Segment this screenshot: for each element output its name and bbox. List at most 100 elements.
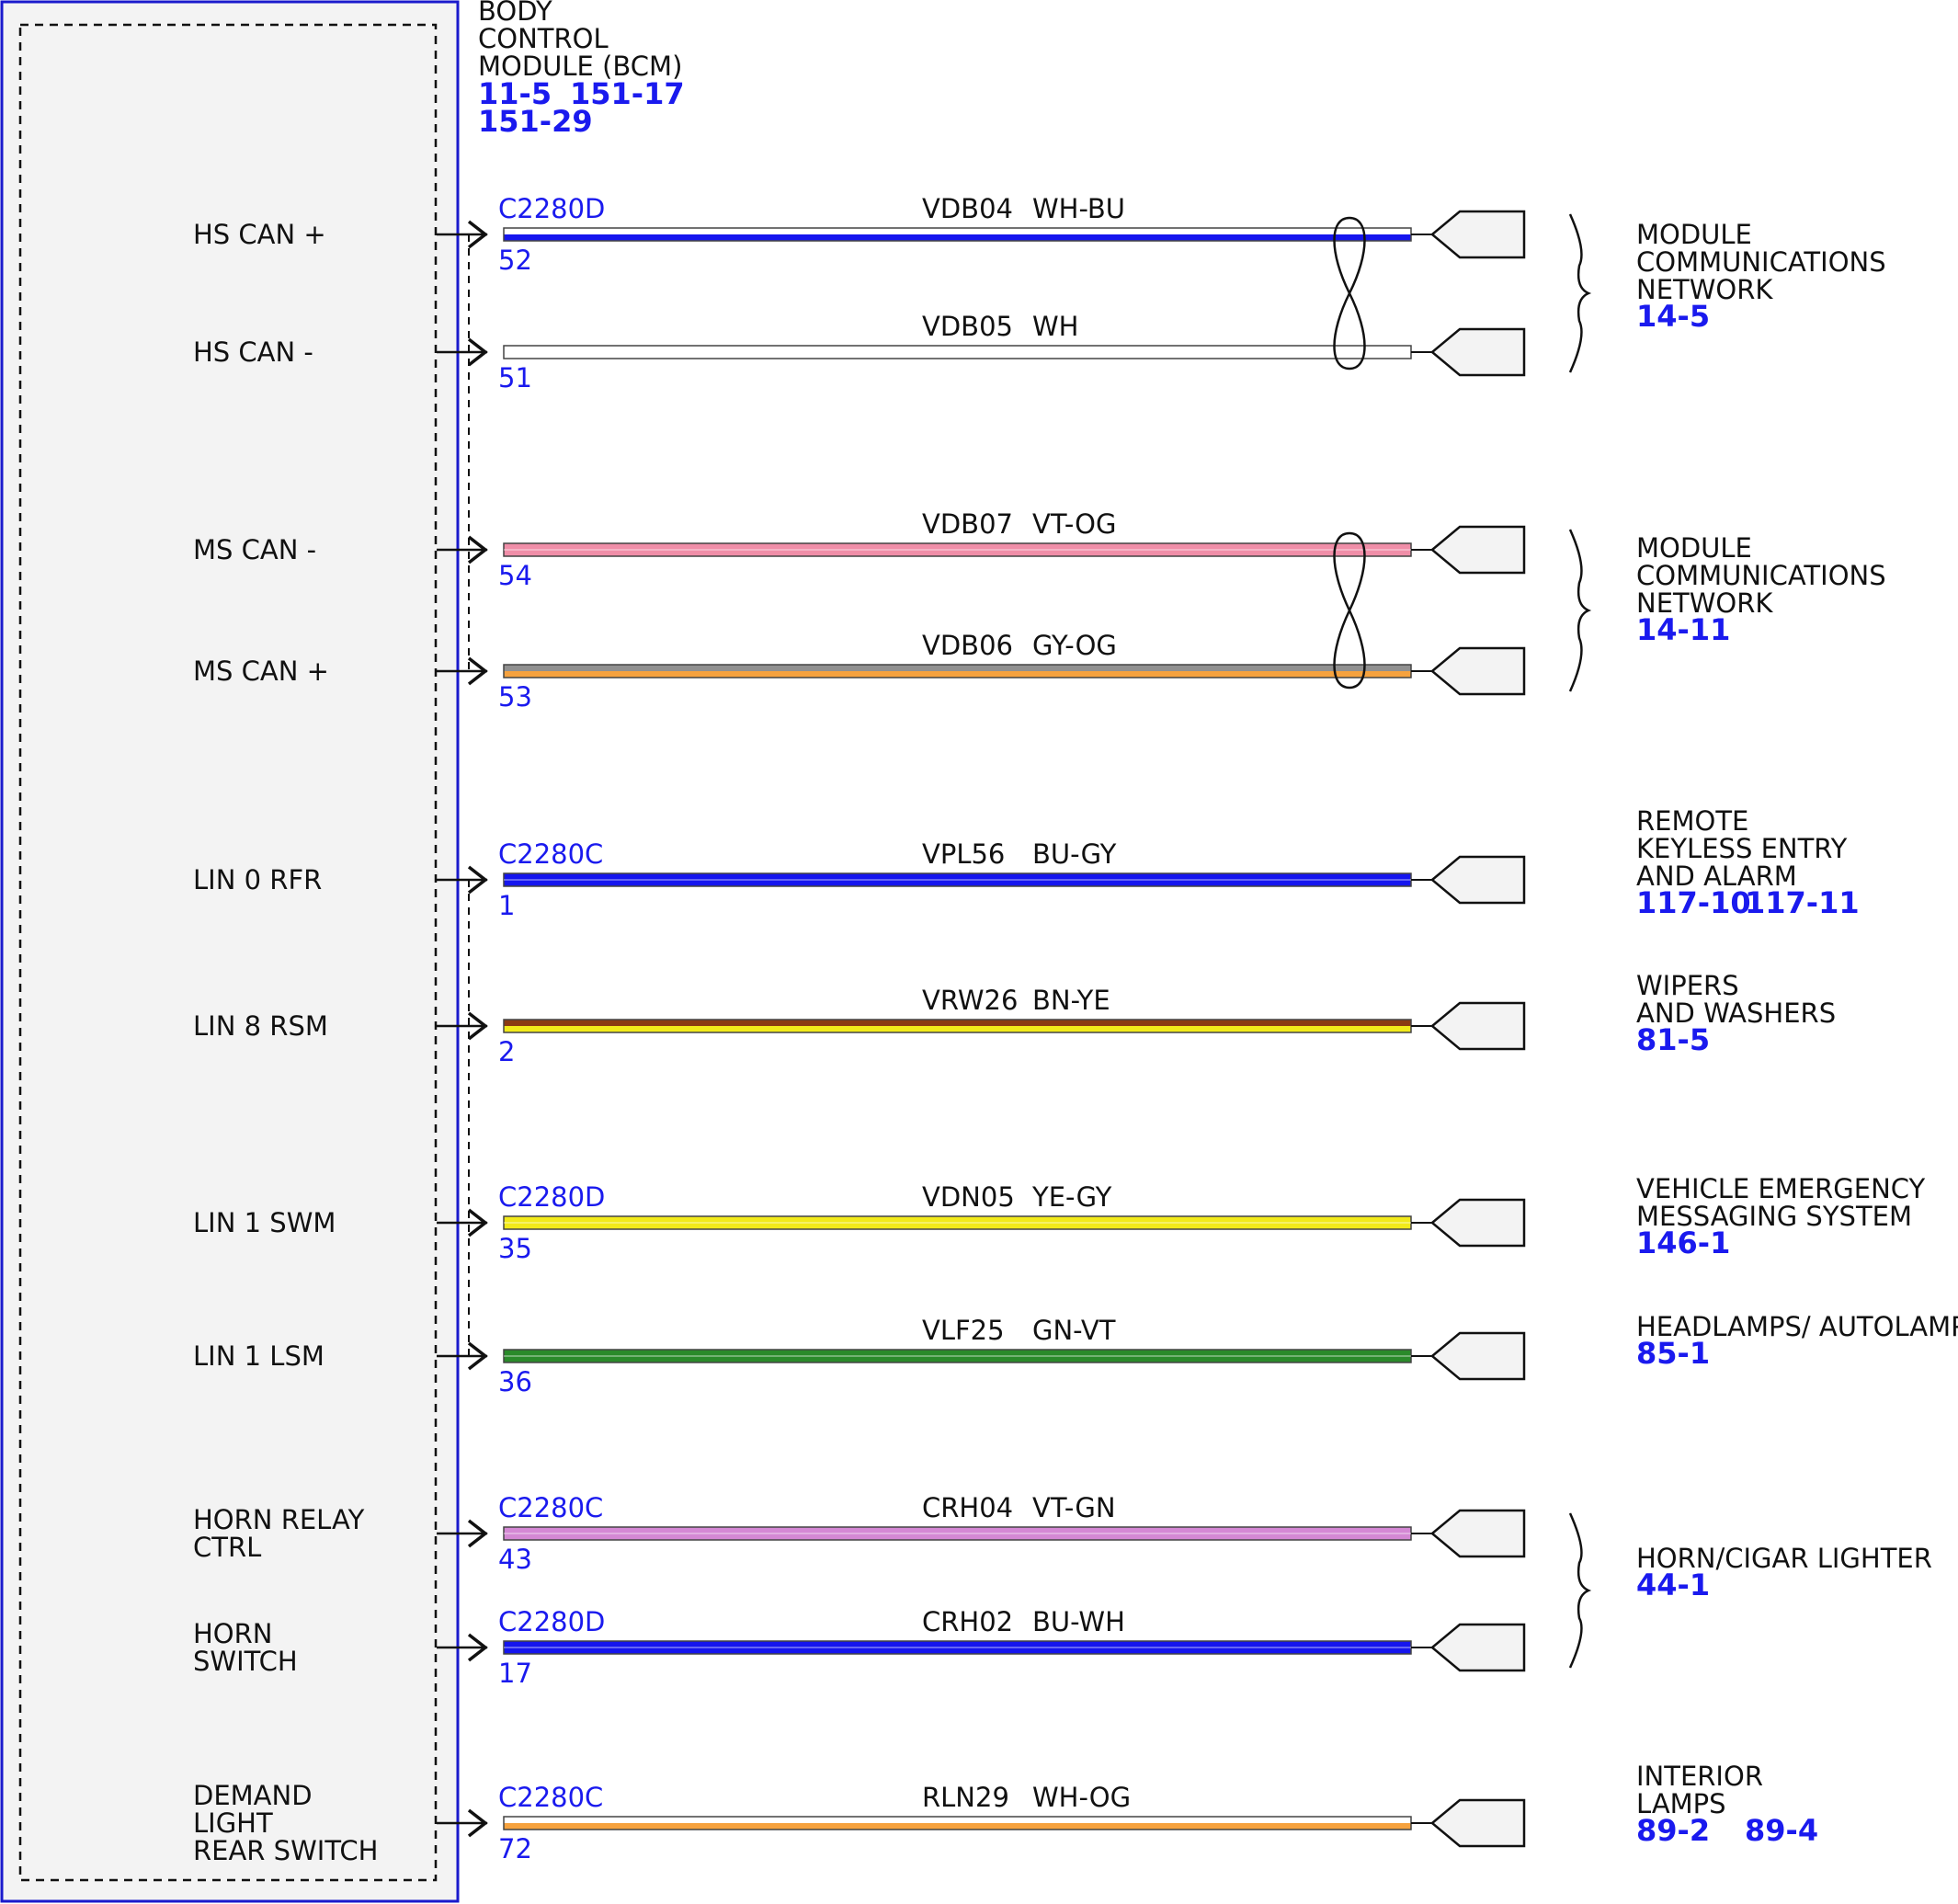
wire-stripe-2[interactable] xyxy=(504,1823,1411,1830)
wire-color-code: VT-OG xyxy=(1032,508,1116,540)
pin-label: SWITCH xyxy=(193,1646,298,1677)
circuit-id: CRH02 xyxy=(922,1606,1013,1637)
pin-label: CTRL xyxy=(193,1532,261,1563)
destination-label: COMMUNICATIONS xyxy=(1636,560,1886,591)
connector-label: C2280C xyxy=(498,838,603,870)
destination-8: INTERIORLAMPS89-2 89-4 xyxy=(1636,1761,1818,1848)
destination-6: HEADLAMPS/ AUTOLAMPS85-1 xyxy=(1636,1311,1958,1371)
wire-stripe-2[interactable] xyxy=(504,1026,1411,1032)
destination-ref-link[interactable]: 89-4 xyxy=(1745,1813,1818,1848)
connector-label: C2280D xyxy=(498,1181,605,1213)
wire-stripe-1[interactable] xyxy=(504,1817,1411,1823)
wire-terminal-icon[interactable] xyxy=(1430,1331,1526,1381)
wire-terminal-icon[interactable] xyxy=(1430,1198,1526,1248)
destination-5: VEHICLE EMERGENCYMESSAGING SYSTEM146-1 xyxy=(1636,1173,1926,1260)
brace-icon xyxy=(1568,213,1592,373)
wiring-diagram: BODY CONTROL MODULE (BCM) 11-5 151-17 15… xyxy=(0,0,1958,1903)
destination-label: REMOTE xyxy=(1636,805,1748,837)
destination-label: KEYLESS ENTRY xyxy=(1636,833,1848,864)
pin-label: MS CAN + xyxy=(193,656,329,687)
wire-color-code: BN-YE xyxy=(1032,985,1110,1016)
wire-stripe-1[interactable] xyxy=(504,1020,1411,1026)
pin-label: HS CAN + xyxy=(193,219,326,250)
destination-label: INTERIOR xyxy=(1636,1761,1763,1792)
circuit-id: RLN29 xyxy=(922,1782,1009,1813)
destination-ref-link[interactable]: 117-10 xyxy=(1636,885,1751,920)
circuit-id: VDB05 xyxy=(922,311,1013,342)
wire-terminal-icon[interactable] xyxy=(1430,1798,1526,1848)
pin-label: LIN 8 RSM xyxy=(193,1010,328,1042)
wire-color-code: WH xyxy=(1032,311,1078,342)
wire-terminal-icon[interactable] xyxy=(1430,1509,1526,1558)
wire-stripe-2[interactable] xyxy=(504,234,1411,241)
wire-stripe-1[interactable] xyxy=(504,665,1411,671)
wire-terminal-icon[interactable] xyxy=(1430,646,1526,696)
circuit-id: CRH04 xyxy=(922,1492,1013,1523)
wire-color-code: BU-GY xyxy=(1032,838,1117,870)
wire-terminal-icon[interactable] xyxy=(1430,1001,1526,1051)
destination-7: HORN/CIGAR LIGHTER44-1 xyxy=(1636,1543,1932,1602)
destination-ref-link[interactable]: 44-1 xyxy=(1636,1568,1710,1602)
destination-label: MODULE xyxy=(1636,532,1752,564)
destination-ref-link[interactable]: 89-2 xyxy=(1636,1813,1710,1848)
wire-color-code: BU-WH xyxy=(1032,1606,1125,1637)
wire-color-code: GY-OG xyxy=(1032,630,1117,661)
circuit-id: VPL56 xyxy=(922,838,1005,870)
connector-label: C2280D xyxy=(498,193,605,224)
wire-terminal-icon[interactable] xyxy=(1430,210,1526,259)
destination-label: MODULE xyxy=(1636,219,1752,250)
destination-label: WIPERS xyxy=(1636,970,1739,1001)
destination-ref-link[interactable]: 117-11 xyxy=(1745,885,1860,920)
pin-number: 54 xyxy=(498,560,532,591)
circuit-id: VDN05 xyxy=(922,1181,1015,1213)
pin-number: 52 xyxy=(498,245,532,276)
brace-icon xyxy=(1568,1512,1592,1669)
pin-number: 51 xyxy=(498,362,532,393)
module-ref-3[interactable]: 151-29 xyxy=(478,104,593,139)
destination-ref-link[interactable]: 146-1 xyxy=(1636,1226,1730,1260)
braces-layer xyxy=(1568,213,1592,1669)
brace-icon xyxy=(1568,529,1592,692)
pin-number: 2 xyxy=(498,1036,515,1067)
destination-1: MODULECOMMUNICATIONSNETWORK14-5 xyxy=(1636,219,1886,334)
pin-number: 1 xyxy=(498,890,515,921)
pin-label: MS CAN - xyxy=(193,534,316,565)
pin-label: LIN 0 RFR xyxy=(193,864,322,895)
wire-color-code: WH-OG xyxy=(1032,1782,1131,1813)
destinations-layer: MODULECOMMUNICATIONSNETWORK14-5MODULECOM… xyxy=(1636,219,1958,1848)
wire-color-code: YE-GY xyxy=(1031,1181,1112,1213)
wire-stripe-1[interactable] xyxy=(504,228,1411,234)
pin-number: 36 xyxy=(498,1366,532,1397)
wire-terminal-icon[interactable] xyxy=(1430,525,1526,575)
destination-ref-link[interactable]: 14-5 xyxy=(1636,299,1710,334)
destination-label: COMMUNICATIONS xyxy=(1636,246,1886,278)
connector-label: C2280D xyxy=(498,1606,605,1637)
wire-color-code: VT-GN xyxy=(1032,1492,1116,1523)
wire-terminal-icon[interactable] xyxy=(1430,855,1526,905)
destination-3: REMOTEKEYLESS ENTRYAND ALARM117-10117-11 xyxy=(1636,805,1860,920)
pin-label: HORN xyxy=(193,1618,272,1649)
destination-ref-link[interactable]: 81-5 xyxy=(1636,1022,1710,1057)
wire-terminal-icon[interactable] xyxy=(1430,327,1526,377)
pin-label: LIN 1 SWM xyxy=(193,1207,336,1238)
circuit-id: VLF25 xyxy=(922,1315,1005,1346)
connector-label: C2280C xyxy=(498,1492,603,1523)
destination-2: MODULECOMMUNICATIONSNETWORK14-11 xyxy=(1636,532,1886,647)
module-title-line-2: CONTROL xyxy=(478,23,609,54)
wire-stripe-2[interactable] xyxy=(504,671,1411,678)
pin-number: 35 xyxy=(498,1233,532,1264)
wire-color-code: GN-VT xyxy=(1032,1315,1116,1346)
pin-number: 72 xyxy=(498,1833,532,1864)
pin-number: 17 xyxy=(498,1658,532,1689)
pin-label: HORN RELAY xyxy=(193,1504,365,1535)
destination-label: VEHICLE EMERGENCY xyxy=(1636,1173,1926,1204)
wire-terminal-icon[interactable] xyxy=(1430,1623,1526,1672)
twisted-pairs-layer xyxy=(1333,216,1366,690)
wire-color-code: WH-BU xyxy=(1032,193,1125,224)
connector-label: C2280C xyxy=(498,1782,603,1813)
wire-body[interactable] xyxy=(503,345,1412,359)
bcm-module-box xyxy=(0,0,460,1903)
destination-ref-link[interactable]: 14-11 xyxy=(1636,612,1730,647)
circuit-id: VRW26 xyxy=(922,985,1018,1016)
destination-ref-link[interactable]: 85-1 xyxy=(1636,1336,1710,1371)
